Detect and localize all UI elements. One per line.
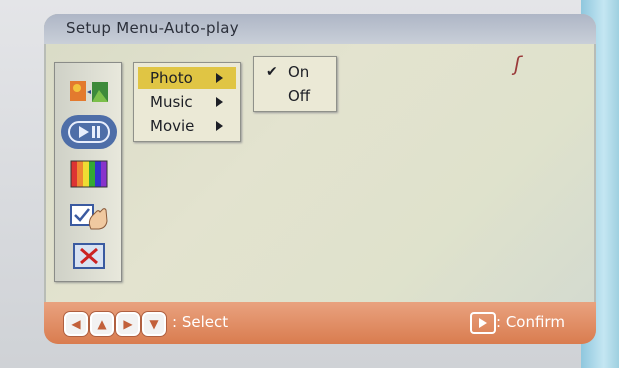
left-arrow-icon[interactable]: ◀ — [64, 312, 88, 336]
chevron-right-icon — [216, 73, 223, 83]
play-confirm-icon[interactable] — [470, 312, 496, 334]
photo-settings-icon[interactable] — [65, 75, 113, 109]
hand-check-icon[interactable] — [65, 199, 113, 233]
corner-mark: ʃ — [514, 52, 521, 76]
option-off[interactable]: Off — [258, 85, 332, 107]
media-menu: Photo Music Movie — [133, 62, 241, 142]
autoplay-icon[interactable] — [61, 115, 117, 149]
confirm-hint: : Confirm — [496, 313, 565, 331]
chevron-right-icon — [216, 97, 223, 107]
option-label: On — [288, 63, 310, 81]
menu-item-label: Music — [150, 93, 193, 111]
menu-item-movie[interactable]: Movie — [138, 115, 236, 137]
footer-bar: ◀ ▲ ▶ ▼ : Select : Confirm — [44, 302, 596, 344]
menu-item-music[interactable]: Music — [138, 91, 236, 113]
autoplay-options-menu: ✔ On Off — [253, 56, 337, 112]
exit-icon[interactable] — [65, 239, 113, 273]
checkmark-icon: ✔ — [266, 64, 278, 80]
down-arrow-icon[interactable]: ▼ — [142, 312, 166, 336]
chevron-right-icon — [216, 121, 223, 131]
option-label: Off — [288, 87, 311, 105]
right-arrow-icon[interactable]: ▶ — [116, 312, 140, 336]
page-title: Setup Menu-Auto-play — [66, 19, 239, 37]
select-hint: : Select — [172, 313, 229, 331]
menu-item-label: Movie — [150, 117, 195, 135]
menu-item-photo[interactable]: Photo — [138, 67, 236, 89]
title-bar: Setup Menu-Auto-play — [44, 14, 596, 44]
up-arrow-icon[interactable]: ▲ — [90, 312, 114, 336]
menu-item-label: Photo — [150, 69, 193, 87]
display-color-icon[interactable] — [65, 157, 113, 191]
category-sidebar — [54, 62, 122, 282]
setup-screen: Setup Menu-Auto-play ʃ Photo Music Movie… — [44, 14, 596, 344]
option-on[interactable]: ✔ On — [258, 61, 332, 83]
